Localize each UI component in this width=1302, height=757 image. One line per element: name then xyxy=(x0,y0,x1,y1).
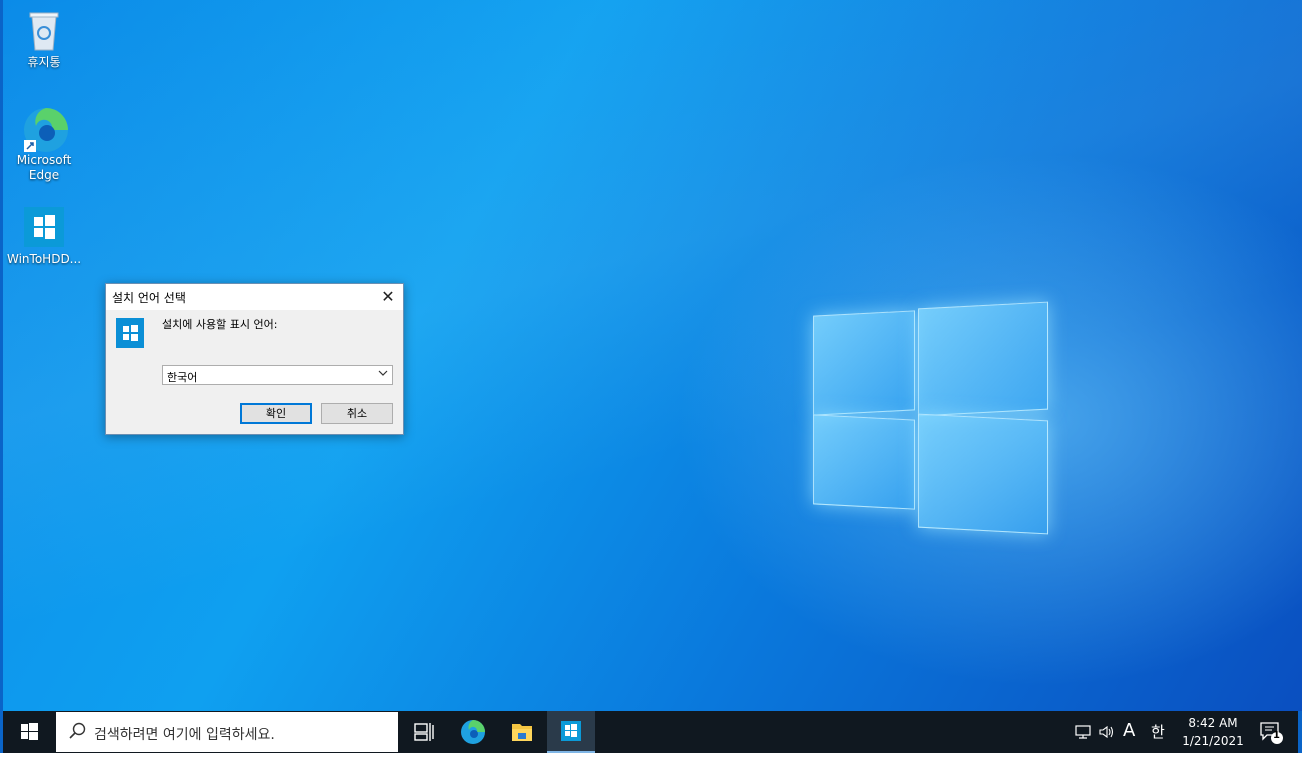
taskbar: 검색하려면 여기에 입력하세요. A 한 8:42 AM 1/21/2021 1 xyxy=(0,711,1302,753)
taskbar-search-box[interactable]: 검색하려면 여기에 입력하세요. xyxy=(56,712,398,752)
taskbar-edge-button[interactable] xyxy=(449,711,497,753)
notification-count-badge: 1 xyxy=(1273,730,1280,741)
dialog-titlebar[interactable]: 설치 언어 선택 ✕ xyxy=(106,284,403,310)
desktop-icon-microsoft-edge[interactable]: Microsoft Edge xyxy=(7,106,81,183)
language-prompt: 설치에 사용할 표시 언어: xyxy=(162,318,278,331)
wintohdd-icon xyxy=(561,721,581,741)
tray-clock[interactable]: 8:42 AM 1/21/2021 xyxy=(1171,714,1255,750)
language-selected-value: 한국어 xyxy=(167,371,198,384)
task-view-icon xyxy=(414,723,434,741)
volume-icon[interactable] xyxy=(1098,723,1116,745)
language-dropdown[interactable]: 한국어 xyxy=(162,365,393,385)
notification-icon xyxy=(1260,722,1283,744)
ime-hangul-indicator[interactable]: 한 xyxy=(1151,721,1165,742)
input-indicator-a[interactable]: A xyxy=(1123,720,1135,741)
dialog-title: 설치 언어 선택 xyxy=(112,291,186,305)
network-icon[interactable] xyxy=(1074,723,1092,745)
desktop-icon-recycle-bin[interactable]: 휴지통 xyxy=(7,8,81,70)
search-placeholder: 검색하려면 여기에 입력하세요. xyxy=(94,727,275,743)
start-button[interactable] xyxy=(6,711,52,753)
desktop-icon-label: Microsoft Edge xyxy=(16,153,72,182)
cancel-button[interactable]: 취소 xyxy=(321,403,393,424)
clock-date: 1/21/2021 xyxy=(1182,734,1244,748)
folder-icon xyxy=(512,724,532,741)
recycle-bin-icon xyxy=(22,8,66,52)
desktop: 휴지통 Microsoft Edge WinToHDD... 설치 언어 선택 … xyxy=(0,0,1302,711)
taskbar-wintohdd-button[interactable] xyxy=(547,711,595,753)
desktop-icon-label: 휴지통 xyxy=(27,55,61,69)
windows-icon xyxy=(21,723,38,740)
action-center-button[interactable]: 1 xyxy=(1258,719,1284,745)
wintohdd-icon xyxy=(22,205,66,249)
desktop-icon-label: WinToHDD... xyxy=(7,252,82,266)
task-view-button[interactable] xyxy=(400,711,448,753)
taskbar-file-explorer-button[interactable] xyxy=(498,711,546,753)
language-select-dialog: 설치 언어 선택 ✕ 설치에 사용할 표시 언어: 한국어 확인 취소 xyxy=(105,283,404,435)
wintohdd-icon xyxy=(116,318,144,348)
edge-icon xyxy=(22,106,68,152)
wallpaper-windows-logo xyxy=(808,295,1048,535)
chevron-down-icon xyxy=(378,368,388,381)
close-icon[interactable]: ✕ xyxy=(373,284,403,310)
ok-button[interactable]: 확인 xyxy=(240,403,312,424)
edge-icon xyxy=(461,720,485,744)
clock-time: 8:42 AM xyxy=(1188,716,1238,730)
desktop-icon-wintohdd[interactable]: WinToHDD... xyxy=(7,205,81,267)
search-icon xyxy=(69,722,86,739)
